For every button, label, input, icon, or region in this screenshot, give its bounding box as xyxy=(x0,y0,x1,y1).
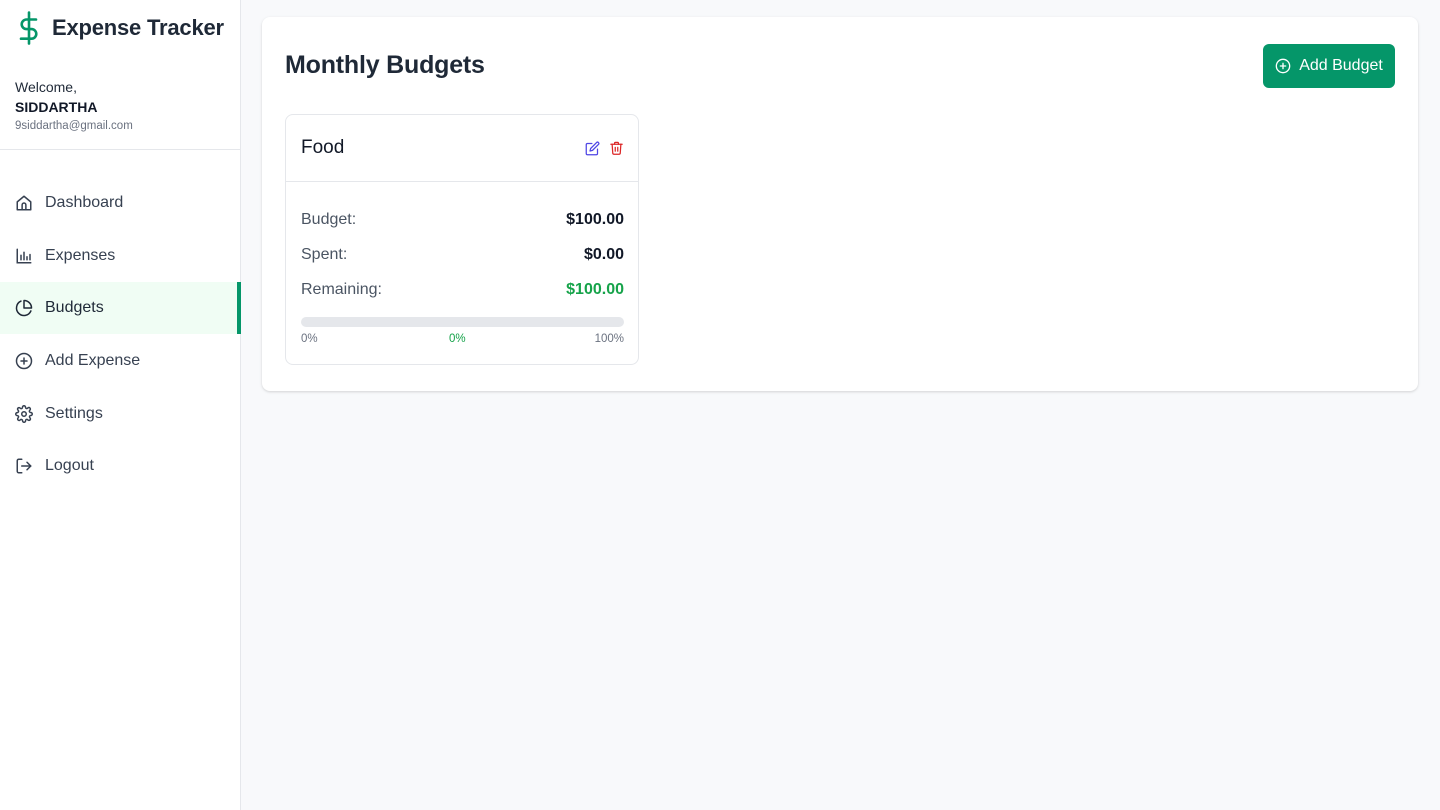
budget-card-header: Food xyxy=(286,115,638,182)
budget-value: $100.00 xyxy=(566,210,624,228)
progress-max-label: 100% xyxy=(594,333,624,345)
progress-bar xyxy=(301,317,624,327)
progress-labels: 0% 0% 100% xyxy=(301,333,624,351)
spent-row: Spent: $0.00 xyxy=(301,237,624,272)
brand[interactable]: Expense Tracker xyxy=(18,10,224,46)
budgets-panel: Monthly Budgets Add Budget Food Budget: … xyxy=(262,17,1418,391)
bar-chart-icon xyxy=(15,247,33,265)
progress-min-label: 0% xyxy=(301,333,318,345)
logout-icon xyxy=(15,457,33,475)
remaining-label: Remaining: xyxy=(301,280,382,298)
trash-icon[interactable] xyxy=(608,140,624,156)
remaining-row: Remaining: $100.00 xyxy=(301,272,624,307)
home-icon xyxy=(15,194,33,212)
add-budget-button[interactable]: Add Budget xyxy=(1263,44,1395,88)
pie-chart-icon xyxy=(15,299,33,317)
budget-category: Food xyxy=(301,137,345,158)
spent-value: $0.00 xyxy=(583,245,624,263)
sidebar-item-dashboard[interactable]: Dashboard xyxy=(0,177,240,229)
dollar-sign-icon xyxy=(18,11,40,45)
sidebar-item-settings[interactable]: Settings xyxy=(0,388,240,440)
add-budget-label: Add Budget xyxy=(1299,57,1383,74)
sidebar-item-label: Logout xyxy=(45,457,94,475)
sidebar-item-expenses[interactable]: Expenses xyxy=(0,230,240,282)
gear-icon xyxy=(15,404,33,423)
welcome-text: Welcome, xyxy=(15,79,77,95)
sidebar-nav: Dashboard Expenses Budgets Add Expense S… xyxy=(0,177,241,493)
sidebar-item-label: Expenses xyxy=(45,246,116,264)
user-name: SIDDARTHA xyxy=(15,99,98,115)
user-info: Welcome, SIDDARTHA 9siddartha@gmail.com xyxy=(0,62,240,150)
sidebar-item-add-expense[interactable]: Add Expense xyxy=(0,335,240,387)
spent-label: Spent: xyxy=(301,245,348,263)
budget-card-actions xyxy=(584,140,624,156)
budget-row: Budget: $100.00 xyxy=(301,202,624,237)
app-title: Expense Tracker xyxy=(52,15,224,40)
sidebar-item-logout[interactable]: Logout xyxy=(0,440,240,492)
budget-card: Food Budget: $100.00 Spent: $0.00 Remain… xyxy=(285,114,639,365)
sidebar-item-label: Settings xyxy=(45,404,103,422)
user-email: 9siddartha@gmail.com xyxy=(15,120,133,132)
budget-label: Budget: xyxy=(301,210,357,228)
sidebar-item-budgets[interactable]: Budgets xyxy=(0,282,241,335)
sidebar-item-label: Dashboard xyxy=(45,194,124,211)
sidebar: Expense Tracker Welcome, SIDDARTHA 9sidd… xyxy=(0,0,241,810)
budget-card-body: Budget: $100.00 Spent: $0.00 Remaining: … xyxy=(286,182,638,351)
plus-circle-icon xyxy=(15,352,33,370)
sidebar-item-label: Budgets xyxy=(45,299,104,317)
page-title: Monthly Budgets xyxy=(285,51,485,79)
edit-icon[interactable] xyxy=(584,140,600,156)
remaining-value: $100.00 xyxy=(566,280,624,298)
progress-current-label: 0% xyxy=(449,333,466,345)
plus-circle-icon xyxy=(1275,58,1291,74)
sidebar-item-label: Add Expense xyxy=(45,352,141,370)
